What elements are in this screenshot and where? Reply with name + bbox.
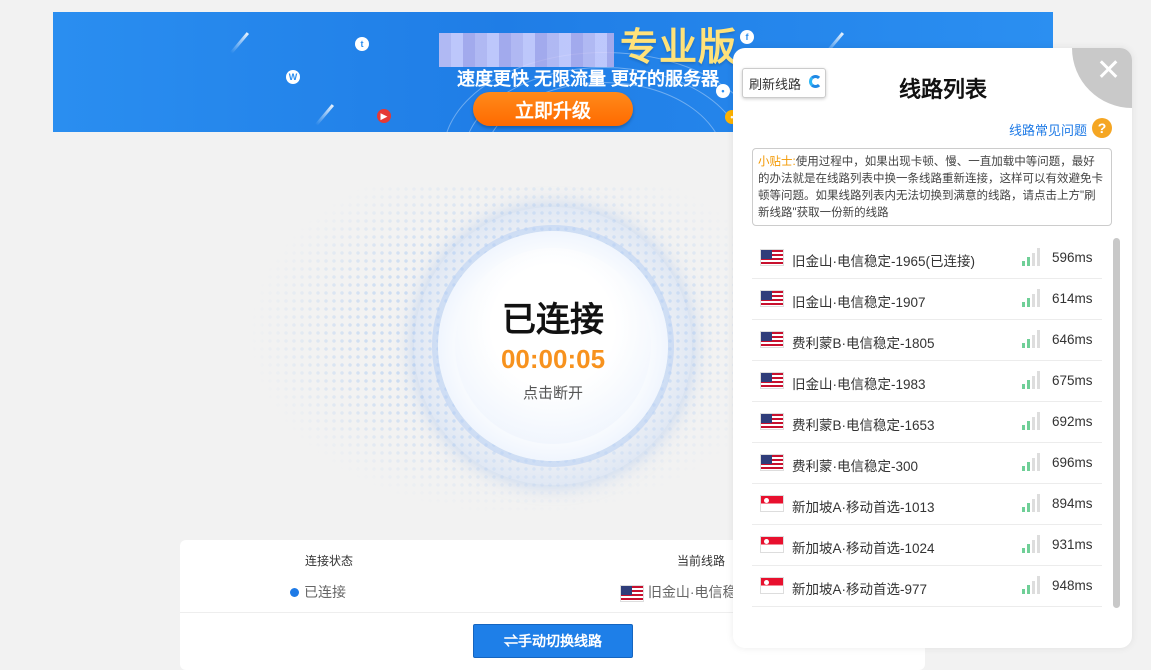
- connection-timer: 00:00:05: [500, 344, 606, 374]
- route-latency: 675ms: [1052, 373, 1093, 388]
- banner-subtitle: 速度更快 无限流量 更好的服务器: [456, 69, 719, 89]
- route-name: 费利蒙B·电信稳定-1805: [792, 336, 935, 351]
- singapore-flag-icon: [760, 495, 784, 512]
- route-latency: 614ms: [1052, 291, 1093, 306]
- route-name: 旧金山·电信稳定-1965(已连接): [792, 254, 976, 269]
- us-flag-icon: [760, 290, 784, 307]
- signal-icon: [1022, 535, 1042, 553]
- route-value: 旧金山·电信稳: [620, 582, 737, 602]
- route-item[interactable]: 新加坡A·移动首选-977 948ms: [752, 566, 1102, 607]
- route-item[interactable]: 旧金山·电信稳定-1965(已连接) 596ms: [752, 238, 1102, 279]
- route-item[interactable]: 费利蒙·电信稳定-300 696ms: [752, 443, 1102, 484]
- banner-title-suffix: 专业版: [619, 27, 737, 69]
- disconnect-label: 点击断开: [522, 385, 583, 402]
- route-item[interactable]: 旧金山·电信稳定-1983 675ms: [752, 361, 1102, 402]
- route-item[interactable]: 新加坡A·移动首选-1024 931ms: [752, 525, 1102, 566]
- route-name: 旧金山·电信稳定-1983: [792, 377, 926, 392]
- route-name: 费利蒙·电信稳定-300: [792, 459, 919, 474]
- us-flag-icon: [760, 372, 784, 389]
- connection-status: 已连接: [502, 301, 604, 339]
- disconnect-button[interactable]: 已连接 00:00:05 点击断开: [455, 248, 651, 444]
- singapore-flag-icon: [760, 536, 784, 553]
- rocket-icon: [314, 104, 335, 126]
- route-latency: 692ms: [1052, 414, 1093, 429]
- signal-icon: [1022, 576, 1042, 594]
- route-name: 新加坡A·移动首选-1013: [792, 500, 935, 515]
- route-list-panel: ✕ 刷新线路 线路列表 线路常见问题 ? 小贴士:使用过程中，如果出现卡顿、慢、…: [733, 48, 1132, 648]
- route-latency: 931ms: [1052, 537, 1093, 552]
- twitter-icon: t: [355, 37, 369, 51]
- route-latency: 948ms: [1052, 578, 1093, 593]
- signal-icon: [1022, 248, 1042, 266]
- signal-icon: [1022, 289, 1042, 307]
- route-name: 费利蒙B·电信稳定-1653: [792, 418, 935, 433]
- signal-icon: [1022, 453, 1042, 471]
- status-dot: [290, 587, 299, 597]
- route-latency: 894ms: [1052, 496, 1093, 511]
- switch-route-button[interactable]: ⇌手动切换线路: [473, 624, 633, 658]
- youtube-icon: ▶: [377, 109, 391, 123]
- signal-icon: [1022, 494, 1042, 512]
- panel-title: 线路列表: [898, 77, 987, 102]
- rocket-icon: [229, 32, 250, 54]
- route-value-text: 旧金山·电信稳: [647, 584, 737, 600]
- route-item[interactable]: 费利蒙B·电信稳定-1805 646ms: [752, 320, 1102, 361]
- route-list: 旧金山·电信稳定-1965(已连接) 596ms 旧金山·电信稳定-1907 614…: [752, 238, 1102, 607]
- route-latency: 596ms: [1052, 250, 1093, 265]
- route-list-scrollbar[interactable]: [1113, 238, 1120, 608]
- route-name: 新加坡A·移动首选-977: [792, 582, 928, 597]
- route-faq-link[interactable]: 线路常见问题: [1009, 120, 1087, 139]
- route-name: 新加坡A·移动首选-1024: [792, 541, 935, 556]
- signal-icon: [1022, 371, 1042, 389]
- us-flag-icon: [760, 454, 784, 471]
- tip-box: 小贴士:使用过程中，如果出现卡顿、慢、一直加载中等问题，最好的办法就是在线路列表…: [752, 148, 1112, 226]
- tip-text: 使用过程中，如果出现卡顿、慢、一直加载中等问题，最好的办法就是在线路列表中换一条…: [758, 156, 1103, 219]
- route-item[interactable]: 新加坡A·移动首选-1013 894ms: [752, 484, 1102, 525]
- status-value-text: 已连接: [304, 584, 346, 600]
- status-header: 连接状态: [305, 554, 354, 568]
- signal-icon: [1022, 330, 1042, 348]
- us-flag-icon: [760, 331, 784, 348]
- us-flag-icon: [620, 584, 644, 602]
- route-item[interactable]: 费利蒙B·电信稳定-1653 692ms: [752, 402, 1102, 443]
- route-latency: 696ms: [1052, 455, 1093, 470]
- us-flag-icon: [760, 413, 784, 430]
- upgrade-button[interactable]: 立即升级: [473, 92, 633, 126]
- us-flag-icon: [760, 249, 784, 266]
- wordpress-icon: W: [286, 70, 300, 84]
- route-name: 旧金山·电信稳定-1907: [792, 295, 926, 310]
- route-header: 当前线路: [677, 554, 726, 568]
- route-latency: 646ms: [1052, 332, 1093, 347]
- redacted-product-name: [438, 32, 614, 67]
- signal-icon: [1022, 412, 1042, 430]
- route-item[interactable]: 旧金山·电信稳定-1907 614ms: [752, 279, 1102, 320]
- banner-title: 专业版: [408, 16, 768, 71]
- singapore-flag-icon: [760, 577, 784, 594]
- help-icon[interactable]: ?: [1092, 118, 1112, 138]
- tip-label: 小贴士:: [758, 156, 796, 168]
- status-value: 已连接: [290, 582, 346, 602]
